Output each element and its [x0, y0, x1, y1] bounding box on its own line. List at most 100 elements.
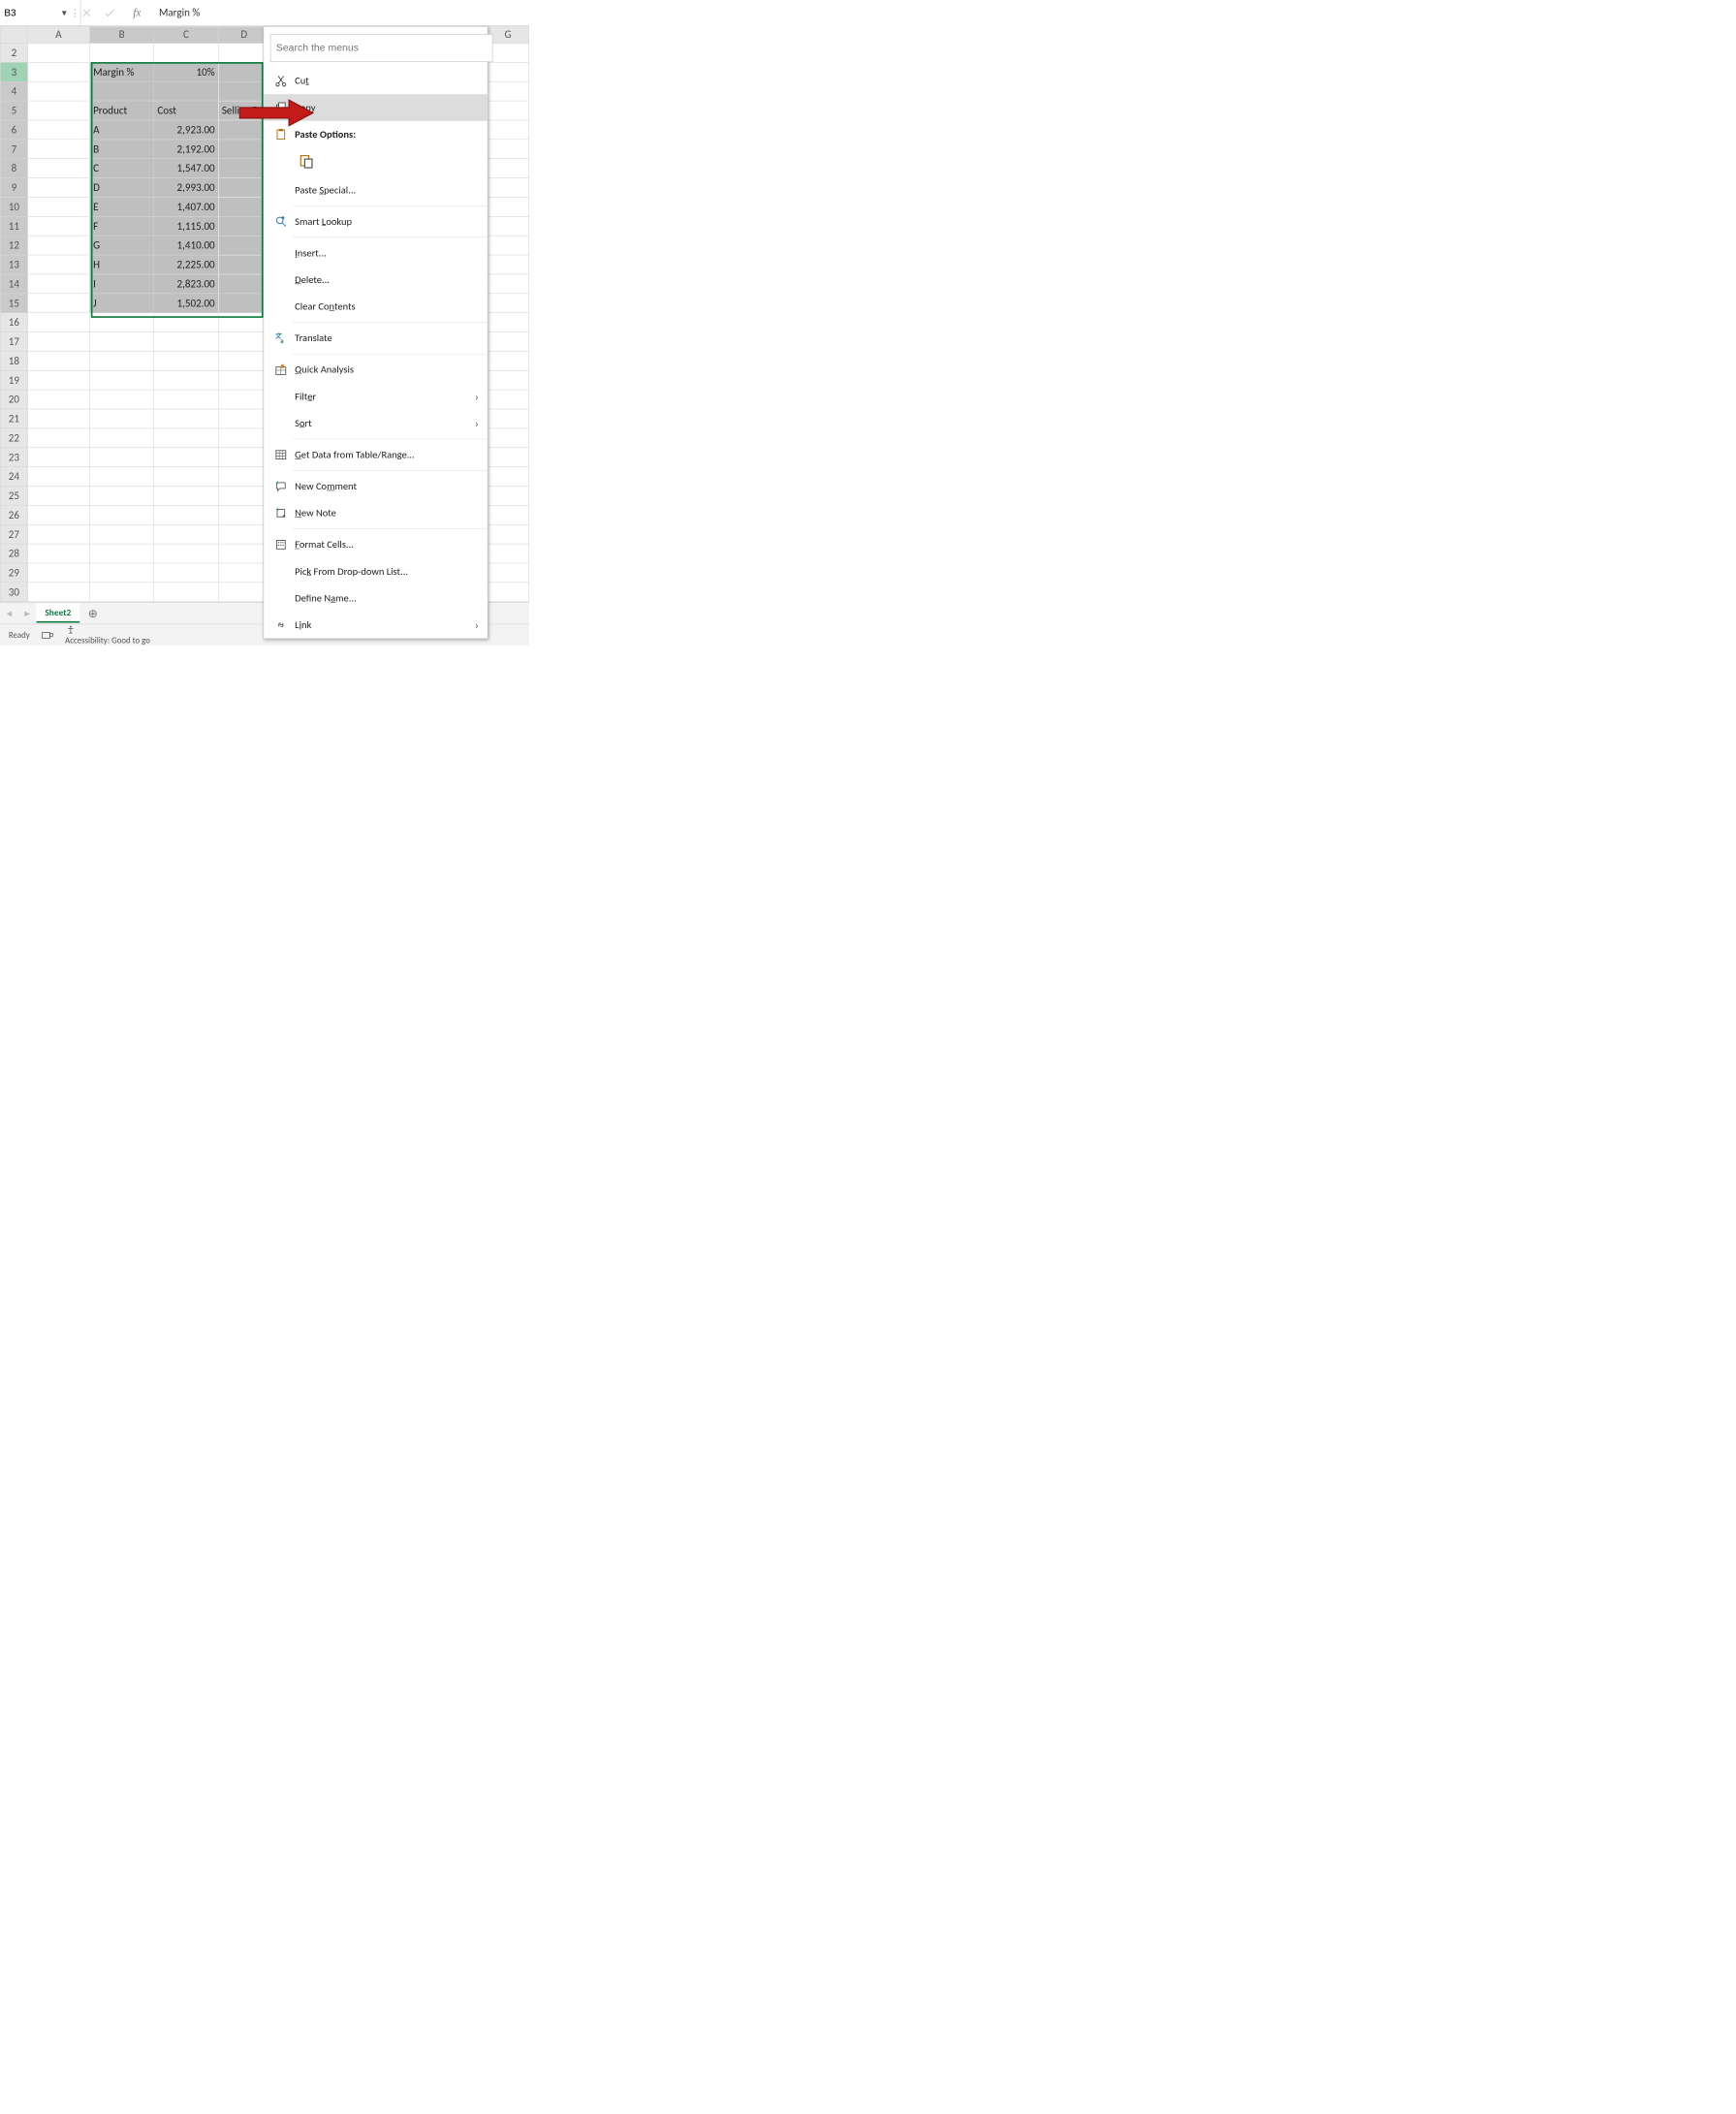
row-header[interactable]: 8: [0, 159, 27, 178]
cell[interactable]: [218, 467, 269, 487]
cell[interactable]: [27, 178, 89, 198]
menu-item-delete[interactable]: Delete...: [264, 267, 488, 294]
cell[interactable]: 2,225.00: [154, 255, 218, 274]
cell[interactable]: [154, 81, 218, 101]
cell[interactable]: [27, 274, 89, 294]
menu-item-insert[interactable]: Insert...: [264, 239, 488, 267]
cell[interactable]: [154, 448, 218, 467]
cell[interactable]: [487, 409, 528, 428]
cell[interactable]: [487, 428, 528, 448]
menu-item-get-data[interactable]: Get Data from Table/Range...: [264, 441, 488, 468]
cell[interactable]: [218, 294, 269, 313]
cell[interactable]: [89, 409, 153, 428]
row-header[interactable]: 14: [0, 274, 27, 294]
cell[interactable]: [27, 544, 89, 563]
cell[interactable]: [487, 159, 528, 178]
cell[interactable]: [89, 332, 153, 352]
cell[interactable]: 2,192.00: [154, 140, 218, 159]
cell[interactable]: [218, 486, 269, 505]
cell[interactable]: [27, 81, 89, 101]
cell[interactable]: [218, 255, 269, 274]
cell[interactable]: I: [89, 274, 153, 294]
cell[interactable]: 1,115.00: [154, 216, 218, 236]
cell[interactable]: [487, 197, 528, 216]
col-header[interactable]: D: [218, 26, 269, 43]
cell[interactable]: [27, 101, 89, 120]
cell[interactable]: [487, 583, 528, 602]
cell[interactable]: [89, 351, 153, 370]
row-header[interactable]: 22: [0, 428, 27, 448]
cell[interactable]: 1,410.00: [154, 236, 218, 255]
formula-bar-content[interactable]: Margin %: [148, 7, 529, 19]
menu-item-filter[interactable]: Filter ›: [264, 383, 488, 410]
cell[interactable]: [154, 332, 218, 352]
cell[interactable]: D: [89, 178, 153, 198]
row-header[interactable]: 16: [0, 313, 27, 332]
row-header[interactable]: 9: [0, 178, 27, 198]
cell[interactable]: [154, 370, 218, 390]
sheet-tab-active[interactable]: Sheet2: [37, 604, 80, 623]
cell[interactable]: [487, 448, 528, 467]
cell[interactable]: [27, 409, 89, 428]
cell[interactable]: [89, 428, 153, 448]
cell[interactable]: [487, 236, 528, 255]
cell[interactable]: [27, 351, 89, 370]
cell[interactable]: [218, 274, 269, 294]
cell[interactable]: [89, 524, 153, 544]
row-header[interactable]: 20: [0, 390, 27, 409]
row-header[interactable]: 29: [0, 563, 27, 583]
row-header[interactable]: 26: [0, 505, 27, 524]
cell[interactable]: [154, 524, 218, 544]
cell[interactable]: [27, 197, 89, 216]
cell[interactable]: [27, 236, 89, 255]
cell[interactable]: [487, 390, 528, 409]
cell[interactable]: [154, 486, 218, 505]
cell[interactable]: [218, 140, 269, 159]
cell[interactable]: [487, 140, 528, 159]
row-header[interactable]: 15: [0, 294, 27, 313]
cell[interactable]: [218, 390, 269, 409]
cell[interactable]: 10%: [154, 62, 218, 81]
cell[interactable]: [89, 563, 153, 583]
cell[interactable]: [154, 583, 218, 602]
row-header[interactable]: 18: [0, 351, 27, 370]
cell[interactable]: [27, 428, 89, 448]
cell[interactable]: 2,993.00: [154, 178, 218, 198]
menu-item-clear-contents[interactable]: Clear Contents: [264, 293, 488, 320]
cell[interactable]: [487, 43, 528, 62]
cell[interactable]: [487, 486, 528, 505]
cell[interactable]: [487, 178, 528, 198]
cell[interactable]: [218, 43, 269, 62]
cell[interactable]: B: [89, 140, 153, 159]
cell[interactable]: 2,823.00: [154, 274, 218, 294]
cell[interactable]: 2,923.00: [154, 120, 218, 140]
cell[interactable]: [27, 120, 89, 140]
name-box[interactable]: ▾ ⋮: [0, 0, 80, 25]
cell[interactable]: [487, 524, 528, 544]
cell[interactable]: [487, 120, 528, 140]
macro-record-icon[interactable]: [42, 630, 53, 640]
cell[interactable]: H: [89, 255, 153, 274]
cell[interactable]: Cost: [154, 101, 218, 120]
row-header[interactable]: 19: [0, 370, 27, 390]
row-header[interactable]: 23: [0, 448, 27, 467]
cell[interactable]: [218, 370, 269, 390]
cell[interactable]: [27, 524, 89, 544]
cell[interactable]: [27, 313, 89, 332]
row-header[interactable]: 10: [0, 197, 27, 216]
cell[interactable]: [27, 563, 89, 583]
row-header[interactable]: 12: [0, 236, 27, 255]
cell[interactable]: [487, 62, 528, 81]
insert-function-icon[interactable]: fx: [126, 7, 148, 19]
cell[interactable]: [89, 486, 153, 505]
cell[interactable]: [218, 236, 269, 255]
cell[interactable]: [89, 467, 153, 487]
cell[interactable]: [27, 390, 89, 409]
cell[interactable]: [89, 448, 153, 467]
cell[interactable]: J: [89, 294, 153, 313]
cell[interactable]: [487, 505, 528, 524]
cell[interactable]: [154, 351, 218, 370]
cell[interactable]: [27, 159, 89, 178]
cell[interactable]: [487, 294, 528, 313]
cell[interactable]: [487, 544, 528, 563]
